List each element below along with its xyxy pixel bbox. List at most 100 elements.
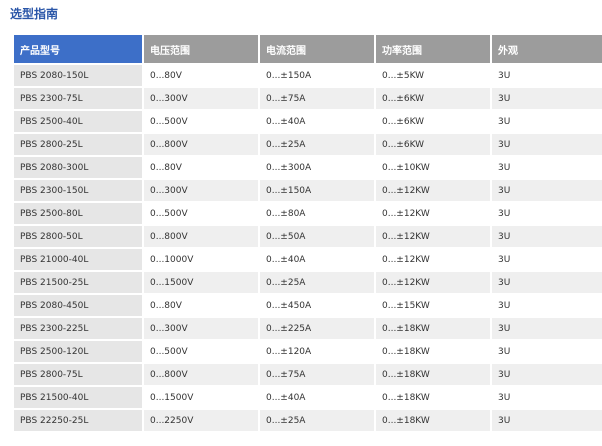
form-cell: 3U xyxy=(492,65,602,88)
table-row: PBS 22250-25L 0...2250V 0...±25A 0...±18KW 3… xyxy=(14,410,602,433)
voltage-cell: 0...1000V xyxy=(144,249,258,272)
voltage-cell: 0...80V xyxy=(144,295,258,318)
voltage-cell: 0...500V xyxy=(144,111,258,134)
voltage-cell: 0...300V xyxy=(144,318,258,341)
form-cell: 3U xyxy=(492,364,602,387)
table-row: PBS 2500-120L 0...500V 0...±120A 0...±18KW 3… xyxy=(14,341,602,364)
table-row: PBS 21500-25L 0...1500V 0...±25A 0...±12KW 3… xyxy=(14,272,602,295)
model-cell: PBS 2300-150L xyxy=(14,180,142,203)
power-cell: 0...±6KW xyxy=(376,111,490,134)
voltage-cell: 0...500V xyxy=(144,341,258,364)
voltage-cell: 0...800V xyxy=(144,134,258,157)
power-cell: 0...±5KW xyxy=(376,65,490,88)
current-cell: 0...±225A xyxy=(260,318,374,341)
model-cell: PBS 21000-40L xyxy=(14,249,142,272)
form-cell: 3U xyxy=(492,295,602,318)
power-cell: 0...±15KW xyxy=(376,295,490,318)
model-cell: PBS 2800-25L xyxy=(14,134,142,157)
table-header-row: 产品型号 电压范围 电流范围 功率范围 外观 xyxy=(14,35,602,65)
table-row: PBS 2500-40L 0...500V 0...±40A 0...±6KW 3U xyxy=(14,111,602,134)
model-cell: PBS 2300-225L xyxy=(14,318,142,341)
voltage-cell: 0...800V xyxy=(144,364,258,387)
current-cell: 0...±50A xyxy=(260,226,374,249)
power-cell: 0...±12KW xyxy=(376,249,490,272)
voltage-cell: 0...2250V xyxy=(144,410,258,433)
table-row: PBS 21500-40L 0...1500V 0...±40A 0...±18KW 3… xyxy=(14,387,602,410)
model-cell: PBS 2080-300L xyxy=(14,157,142,180)
current-cell: 0...±150A xyxy=(260,180,374,203)
power-cell: 0...±12KW xyxy=(376,226,490,249)
header-power: 功率范围 xyxy=(376,35,490,65)
model-cell: PBS 2500-40L xyxy=(14,111,142,134)
voltage-cell: 0...1500V xyxy=(144,387,258,410)
power-cell: 0...±18KW xyxy=(376,341,490,364)
voltage-cell: 0...800V xyxy=(144,226,258,249)
model-cell: PBS 2080-150L xyxy=(14,65,142,88)
power-cell: 0...±12KW xyxy=(376,203,490,226)
power-cell: 0...±10KW xyxy=(376,157,490,180)
current-cell: 0...±25A xyxy=(260,272,374,295)
voltage-cell: 0...300V xyxy=(144,88,258,111)
header-form: 外观 xyxy=(492,35,602,65)
form-cell: 3U xyxy=(492,387,602,410)
power-cell: 0...±18KW xyxy=(376,318,490,341)
model-cell: PBS 2800-50L xyxy=(14,226,142,249)
model-cell: PBS 21500-40L xyxy=(14,387,142,410)
voltage-cell: 0...80V xyxy=(144,65,258,88)
table-row: PBS 2300-75L 0...300V 0...±75A 0...±6KW 3U xyxy=(14,88,602,111)
model-cell: PBS 21500-25L xyxy=(14,272,142,295)
form-cell: 3U xyxy=(492,249,602,272)
voltage-cell: 0...80V xyxy=(144,157,258,180)
form-cell: 3U xyxy=(492,272,602,295)
page-title: 选型指南 xyxy=(10,7,59,21)
form-cell: 3U xyxy=(492,157,602,180)
form-cell: 3U xyxy=(492,318,602,341)
table-row: PBS 21000-40L 0...1000V 0...±40A 0...±12KW 3… xyxy=(14,249,602,272)
header-current: 电流范围 xyxy=(260,35,374,65)
model-cell: PBS 2080-450L xyxy=(14,295,142,318)
form-cell: 3U xyxy=(492,134,602,157)
current-cell: 0...±25A xyxy=(260,410,374,433)
power-cell: 0...±6KW xyxy=(376,88,490,111)
table-row: PBS 2500-80L 0...500V 0...±80A 0...±12KW 3U xyxy=(14,203,602,226)
power-cell: 0...±12KW xyxy=(376,272,490,295)
table-row: PBS 2080-150L 0...80V 0...±150A 0...±5KW 3U xyxy=(14,65,602,88)
table-row: PBS 2800-25L 0...800V 0...±25A 0...±6KW 3U xyxy=(14,134,602,157)
power-cell: 0...±18KW xyxy=(376,364,490,387)
current-cell: 0...±80A xyxy=(260,203,374,226)
voltage-cell: 0...1500V xyxy=(144,272,258,295)
form-cell: 3U xyxy=(492,88,602,111)
form-cell: 3U xyxy=(492,180,602,203)
table-row: PBS 2080-450L 0...80V 0...±450A 0...±15KW 3U xyxy=(14,295,602,318)
current-cell: 0...±120A xyxy=(260,341,374,364)
current-cell: 0...±25A xyxy=(260,134,374,157)
model-cell: PBS 22250-25L xyxy=(14,410,142,433)
current-cell: 0...±150A xyxy=(260,65,374,88)
current-cell: 0...±300A xyxy=(260,157,374,180)
current-cell: 0...±40A xyxy=(260,111,374,134)
current-cell: 0...±75A xyxy=(260,88,374,111)
table-row: PBS 2080-300L 0...80V 0...±300A 0...±10KW 3U xyxy=(14,157,602,180)
form-cell: 3U xyxy=(492,410,602,433)
current-cell: 0...±40A xyxy=(260,387,374,410)
form-cell: 3U xyxy=(492,226,602,249)
voltage-cell: 0...500V xyxy=(144,203,258,226)
model-cell: PBS 2500-120L xyxy=(14,341,142,364)
power-cell: 0...±12KW xyxy=(376,180,490,203)
current-cell: 0...±450A xyxy=(260,295,374,318)
current-cell: 0...±40A xyxy=(260,249,374,272)
form-cell: 3U xyxy=(492,111,602,134)
table-row: PBS 2800-50L 0...800V 0...±50A 0...±12KW 3U xyxy=(14,226,602,249)
power-cell: 0...±18KW xyxy=(376,387,490,410)
power-cell: 0...±6KW xyxy=(376,134,490,157)
model-cell: PBS 2300-75L xyxy=(14,88,142,111)
form-cell: 3U xyxy=(492,341,602,364)
power-cell: 0...±18KW xyxy=(376,410,490,433)
table-row: PBS 2300-150L 0...300V 0...±150A 0...±12KW 3… xyxy=(14,180,602,203)
model-cell: PBS 2500-80L xyxy=(14,203,142,226)
header-model: 产品型号 xyxy=(14,35,142,65)
voltage-cell: 0...300V xyxy=(144,180,258,203)
form-cell: 3U xyxy=(492,203,602,226)
table-body: PBS 2080-150L 0...80V 0...±150A 0...±5KW 3U P… xyxy=(14,65,602,433)
table-row: PBS 2800-75L 0...800V 0...±75A 0...±18KW 3U xyxy=(14,364,602,387)
